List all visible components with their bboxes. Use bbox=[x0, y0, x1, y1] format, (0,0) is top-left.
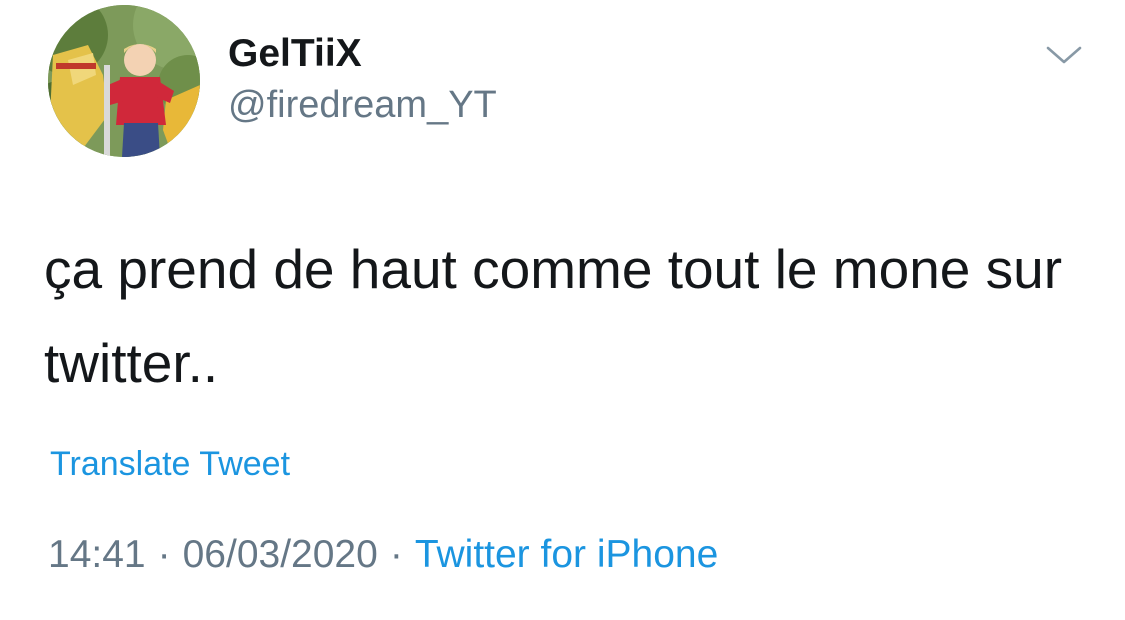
display-name[interactable]: GelTiiX bbox=[228, 30, 362, 78]
avatar-photo-icon bbox=[48, 5, 200, 157]
tweet-meta: 14:41 · 06/03/2020 · Twitter for iPhone bbox=[48, 530, 718, 580]
tweet-text: ça prend de haut comme tout le mone sur … bbox=[44, 238, 1063, 394]
tweet-time: 14:41 bbox=[48, 533, 146, 576]
tweet-date: 06/03/2020 bbox=[182, 533, 378, 576]
chevron-down-icon[interactable] bbox=[1044, 40, 1084, 70]
tweet: GelTiiX @firedream_YT ça prend de haut c… bbox=[0, 0, 1125, 620]
user-handle[interactable]: @firedream_YT bbox=[228, 82, 497, 128]
tweet-source-link[interactable]: Twitter for iPhone bbox=[415, 533, 718, 576]
separator: · bbox=[389, 533, 403, 576]
avatar[interactable] bbox=[48, 5, 200, 157]
translate-tweet-link[interactable]: Translate Tweet bbox=[50, 442, 290, 486]
separator: · bbox=[157, 533, 171, 576]
